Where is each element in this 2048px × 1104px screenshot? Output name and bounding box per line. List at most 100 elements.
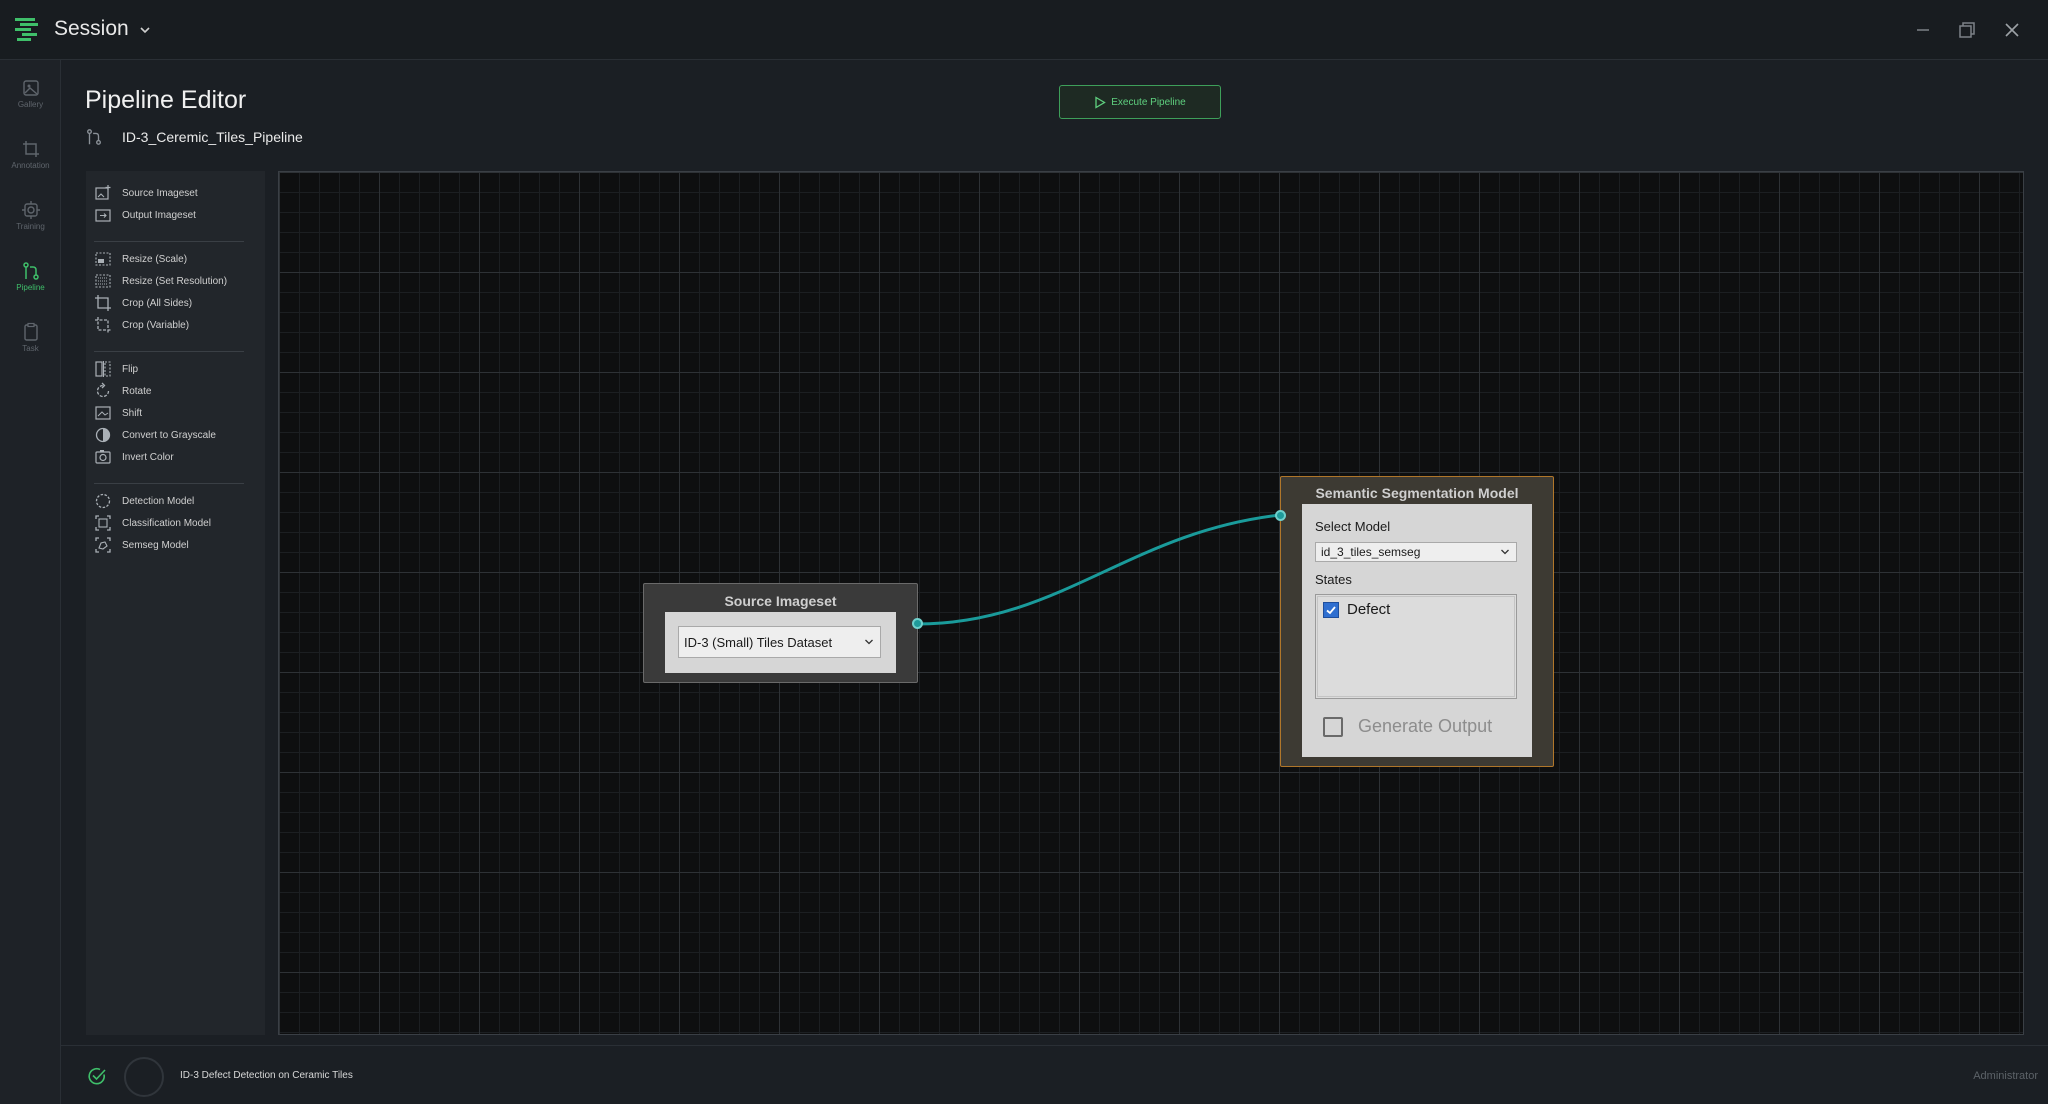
defect-checkbox[interactable] [1323, 601, 1339, 618]
rotate-icon [96, 382, 110, 398]
nav-task-label: Task [22, 344, 39, 353]
check-circle-icon [88, 1068, 106, 1085]
execute-pipeline-button[interactable]: Execute Pipeline [1059, 85, 1221, 119]
restore-icon[interactable] [1955, 18, 1979, 42]
shift-icon [95, 406, 111, 420]
select-model-label: Select Model [1315, 519, 1391, 534]
model-select[interactable]: id_3_tiles_semseg [1315, 542, 1517, 562]
palette-item-label: Detection Model [122, 495, 195, 507]
palette-item-label: Shift [122, 407, 143, 419]
nav-annotation-label: Annotation [11, 161, 50, 170]
connection-wire[interactable] [279, 172, 2025, 1036]
source-imageset-node[interactable]: Source Imageset ID-3 (Small) Tiles Datas… [643, 583, 923, 683]
pipeline-icon [22, 262, 39, 280]
palette-item-crop-variable[interactable]: Crop (Variable) [94, 314, 189, 336]
palette-item-invert-color[interactable]: Invert Color [94, 446, 174, 468]
palette-item-output-imageset[interactable]: Output Imageset [94, 204, 196, 226]
nav-task[interactable]: Task [0, 316, 61, 366]
chevron-down-icon [1501, 549, 1509, 555]
flip-icon [95, 361, 111, 377]
pipeline-canvas[interactable]: Source Imageset ID-3 (Small) Tiles Datas… [278, 171, 2024, 1035]
training-icon [21, 201, 40, 219]
grayscale-icon [95, 427, 111, 443]
crop-icon [22, 141, 39, 157]
user-name[interactable]: Administrator [1973, 1070, 2038, 1082]
nav-pipeline-label: Pipeline [16, 283, 45, 292]
palette-item-label: Resize (Scale) [122, 253, 188, 265]
invert-color-icon [95, 450, 111, 464]
model-select-value: id_3_tiles_semseg [1321, 545, 1421, 559]
pipeline-icon [87, 129, 101, 145]
output-port[interactable] [912, 618, 923, 629]
palette-item-shift[interactable]: Shift [94, 402, 142, 424]
palette-item-label: Classification Model [122, 517, 211, 529]
pipeline-name[interactable]: ID-3_Ceremic_Tiles_Pipeline [122, 129, 303, 145]
palette-item-classification-model[interactable]: Classification Model [94, 512, 211, 534]
palette-divider [94, 483, 244, 484]
minimize-icon[interactable] [1911, 18, 1935, 42]
page-title: Pipeline Editor [85, 86, 247, 114]
title-bar: Session [0, 0, 2048, 60]
input-port[interactable] [1275, 510, 1286, 521]
execute-pipeline-label: Execute Pipeline [1111, 96, 1186, 108]
palette-item-label: Semseg Model [122, 539, 189, 551]
palette-item-label: Flip [122, 363, 139, 375]
nav-annotation[interactable]: Annotation [0, 133, 61, 183]
nav-training-label: Training [16, 222, 45, 231]
palette-item-label: Source Imageset [122, 187, 198, 199]
chevron-down-icon [865, 639, 873, 645]
nav-rail: Gallery Annotation Training Pipeline Tas… [0, 60, 61, 1104]
session-label[interactable]: Session [54, 17, 129, 41]
nav-gallery-label: Gallery [17, 100, 44, 109]
resize-resolution-icon [95, 274, 111, 288]
palette-item-rotate[interactable]: Rotate [94, 380, 151, 402]
active-task-name[interactable]: ID-3 Defect Detection on Ceramic Tiles [180, 1070, 353, 1081]
states-label: States [1315, 572, 1352, 587]
palette-item-label: Rotate [122, 385, 152, 397]
palette-item-label: Invert Color [122, 451, 174, 463]
image-out-icon [95, 209, 111, 222]
palette-item-resize-set-resolution[interactable]: Resize (Set Resolution) [94, 270, 227, 292]
palette-divider [94, 351, 244, 352]
seg-node-title: Semantic Segmentation Model [1315, 485, 1519, 501]
semantic-segmentation-node[interactable]: Semantic Segmentation Model Select Model… [1275, 476, 1554, 767]
dataset-select[interactable]: ID-3 (Small) Tiles Dataset [678, 626, 881, 658]
chevron-down-icon[interactable] [138, 23, 152, 37]
progress-ring [124, 1057, 164, 1097]
nav-gallery[interactable]: Gallery [0, 72, 61, 122]
states-list: Defect [1315, 594, 1517, 699]
palette-item-label: Crop (All Sides) [122, 297, 193, 309]
image-plus-icon [95, 185, 111, 200]
generate-output-label: Generate Output [1358, 716, 1493, 736]
app-logo [15, 18, 38, 41]
palette-divider [94, 241, 244, 242]
palette-item-source-imageset[interactable]: Source Imageset [94, 182, 198, 204]
palette-item-label: Output Imageset [122, 209, 196, 221]
seg-node-body: Select Model id_3_tiles_semseg States De… [1302, 504, 1532, 757]
palette-item-semseg-model[interactable]: Semseg Model [94, 534, 189, 556]
generate-output-checkbox[interactable] [1323, 716, 1343, 737]
detection-icon [95, 493, 111, 509]
dataset-select-value: ID-3 (Small) Tiles Dataset [684, 634, 833, 650]
palette-item-resize-scale[interactable]: Resize (Scale) [94, 248, 187, 270]
status-bar: ID-3 Defect Detection on Ceramic Tiles A… [61, 1045, 2048, 1104]
classification-icon [95, 515, 111, 531]
semseg-icon [95, 537, 111, 553]
resize-scale-icon [95, 252, 111, 266]
palette-item-convert-to-grayscale[interactable]: Convert to Grayscale [94, 424, 216, 446]
defect-label: Defect [1347, 601, 1391, 618]
nav-pipeline[interactable]: Pipeline [0, 255, 61, 305]
generate-output-row[interactable]: Generate Output [1323, 716, 1492, 737]
palette-item-crop-all-sides[interactable]: Crop (All Sides) [94, 292, 192, 314]
state-item-defect[interactable]: Defect [1323, 601, 1390, 618]
close-icon[interactable] [2000, 18, 2024, 42]
checkmark-icon [1326, 605, 1336, 614]
palette-item-flip[interactable]: Flip [94, 358, 138, 380]
palette-item-detection-model[interactable]: Detection Model [94, 490, 194, 512]
palette-item-label: Resize (Set Resolution) [122, 275, 228, 287]
states-list-inner: Defect [1317, 596, 1515, 697]
clipboard-icon [23, 322, 38, 341]
source-node-title: Source Imageset [724, 593, 837, 609]
nav-training[interactable]: Training [0, 194, 61, 244]
source-node-body: ID-3 (Small) Tiles Dataset [665, 612, 896, 673]
